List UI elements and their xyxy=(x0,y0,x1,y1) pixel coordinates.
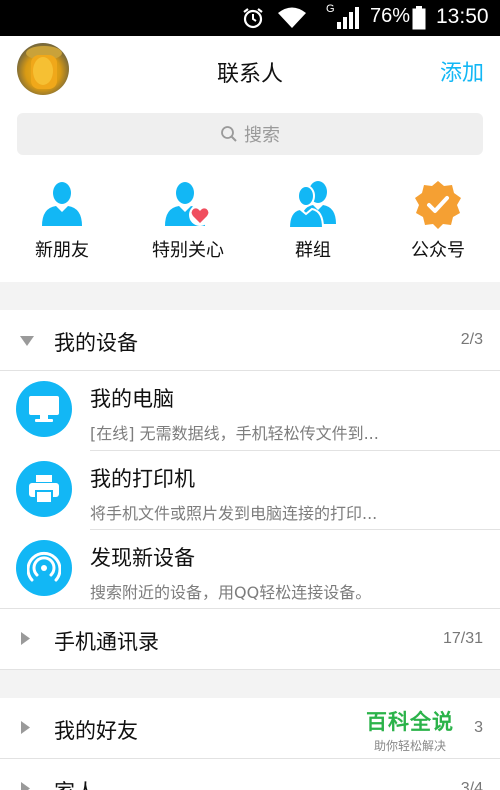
device-row-my-printer[interactable]: 我的打印机 将手机文件或照片发到电脑连接的打印... xyxy=(0,451,500,530)
device-title: 我的电脑 xyxy=(90,387,174,411)
watermark-subtitle: 助你轻松解决 xyxy=(373,739,446,753)
monitor-icon xyxy=(16,381,72,437)
section-gap xyxy=(0,282,500,310)
quick-entry-special-care[interactable]: 特别关心 xyxy=(128,178,248,262)
add-button[interactable]: 添加 xyxy=(440,55,484,87)
group-count: 2/3 xyxy=(460,331,483,348)
printer-icon xyxy=(16,461,72,517)
device-subtitle: 将手机文件或照片发到电脑连接的打印... xyxy=(90,504,378,523)
signal-icon xyxy=(336,7,362,33)
group-label: 家人 xyxy=(54,776,96,790)
group-count: 17/31 xyxy=(442,630,483,647)
search-input[interactable]: 搜索 xyxy=(17,113,483,155)
status-bar: G 76% 13:50 xyxy=(0,0,500,36)
group-label: 我的好友 xyxy=(54,719,138,743)
network-type-label: G xyxy=(326,3,335,15)
device-row-my-computer[interactable]: 我的电脑 [在线] 无需数据线，手机轻松传文件到... xyxy=(0,371,500,450)
person-heart-icon xyxy=(165,182,211,226)
quick-entry-label: 特别关心 xyxy=(152,240,224,261)
group-count: 3/4 xyxy=(460,780,483,790)
app-header: 联系人 添加 xyxy=(0,36,500,104)
device-title: 我的打印机 xyxy=(90,467,195,491)
group-family[interactable]: 家人 3/4 xyxy=(0,759,500,790)
chevron-right-icon xyxy=(20,631,31,650)
device-subtitle: [在线] 无需数据线，手机轻松传文件到... xyxy=(90,424,379,443)
battery-percent: 76% xyxy=(370,5,411,27)
page-title: 联系人 xyxy=(216,62,283,87)
watermark-title: 百科全说 xyxy=(366,710,454,734)
section-gap xyxy=(0,670,500,698)
group-count: 3 xyxy=(474,719,483,736)
radar-icon xyxy=(16,540,72,596)
device-title: 发现新设备 xyxy=(90,546,195,570)
quick-entry-groups[interactable]: 群组 xyxy=(253,178,373,262)
alarm-icon xyxy=(242,7,264,33)
device-row-discover[interactable]: 发现新设备 搜索附近的设备，用QQ轻松连接设备。 xyxy=(0,530,500,609)
quick-entry-public-accounts[interactable]: 公众号 xyxy=(378,178,498,262)
chevron-right-icon xyxy=(20,720,31,739)
quick-entry-label: 群组 xyxy=(295,240,331,261)
quick-entries: 新朋友 特别关心 群组 公众号 xyxy=(0,178,500,270)
chevron-down-icon xyxy=(19,332,35,351)
group-phone-contacts[interactable]: 手机通讯录 17/31 xyxy=(0,609,500,669)
battery-icon xyxy=(412,6,426,34)
wifi-icon xyxy=(277,6,307,34)
verified-badge-icon xyxy=(415,181,461,229)
group-my-devices[interactable]: 我的设备 2/3 xyxy=(0,310,500,370)
search-icon xyxy=(221,126,237,142)
watermark: 百科全说 助你轻松解决 xyxy=(350,706,470,754)
person-icon xyxy=(42,182,82,226)
quick-entry-new-friends[interactable]: 新朋友 xyxy=(2,178,122,262)
search-placeholder: 搜索 xyxy=(244,125,280,146)
device-subtitle: 搜索附近的设备，用QQ轻松连接设备。 xyxy=(90,583,372,602)
chevron-right-icon xyxy=(20,781,31,790)
quick-entry-label: 新朋友 xyxy=(35,240,89,261)
status-clock: 13:50 xyxy=(436,5,489,28)
quick-entry-label: 公众号 xyxy=(411,240,465,261)
group-label: 手机通讯录 xyxy=(54,630,159,654)
group-icon xyxy=(287,181,336,229)
group-label: 我的设备 xyxy=(54,331,138,355)
